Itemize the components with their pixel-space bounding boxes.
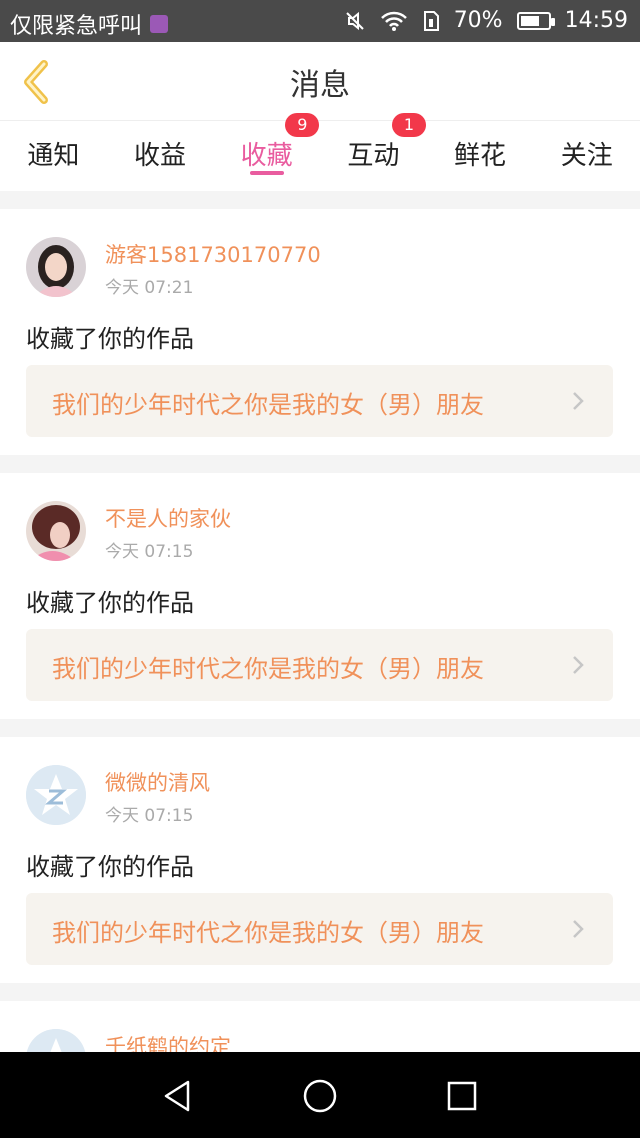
message-text: 收藏了你的作品 [26,853,194,881]
tab-bar: 通知 收益 收藏 9 互动 1 鲜花 关注 [0,113,640,191]
status-left: 仅限紧急呼叫 [10,8,169,40]
back-triangle-icon[interactable] [160,1078,196,1114]
mute-icon [345,11,364,30]
app-header: 消息 [0,42,640,121]
user-name[interactable]: 微微的清风 [105,767,210,797]
work-title: 我们的少年时代之你是我的女（男）朋友 [52,655,484,683]
status-right: 70% 14:59 [344,8,628,33]
work-link[interactable]: 我们的少年时代之你是我的女（男）朋友 [26,365,613,437]
carrier-text: 仅限紧急呼叫 [10,14,143,39]
recents-square-icon[interactable] [444,1078,480,1114]
default-avatar[interactable] [26,765,86,825]
sim-icon [423,10,439,31]
tab-earnings[interactable]: 收益 [107,121,214,191]
tab-follows[interactable]: 关注 [533,121,640,191]
tab-flowers[interactable]: 鲜花 [427,121,534,191]
work-link[interactable]: 我们的少年时代之你是我的女（男）朋友 [26,629,613,701]
default-avatar[interactable] [26,1029,86,1052]
active-tab-indicator [249,171,284,175]
message-text: 收藏了你的作品 [26,325,194,353]
timestamp: 今天 07:15 [105,542,194,562]
tab-label: 通知 [27,141,80,171]
tab-label: 收藏 [240,141,293,171]
status-bar: 仅限紧急呼叫 70% 14:59 [0,0,640,42]
message-card: 千纸鹤的约定 [0,1001,640,1052]
message-text: 收藏了你的作品 [26,589,194,617]
message-card: 不是人的家伙 今天 07:15 收藏了你的作品 我们的少年时代之你是我的女（男）… [0,473,640,719]
battery-percent: 70% [453,8,503,33]
home-circle-icon[interactable] [302,1078,338,1114]
timestamp: 今天 07:21 [105,278,194,298]
tab-interactions[interactable]: 互动 1 [320,113,427,191]
chevron-right-icon [573,920,584,938]
message-card: 微微的清风 今天 07:15 收藏了你的作品 我们的少年时代之你是我的女（男）朋… [0,737,640,983]
user-name[interactable]: 不是人的家伙 [105,503,231,533]
work-link[interactable]: 我们的少年时代之你是我的女（男）朋友 [26,893,613,965]
unread-badge: 1 [392,113,427,137]
work-title: 我们的少年时代之你是我的女（男）朋友 [52,391,484,419]
tab-label: 收益 [134,141,187,171]
system-navigation-bar [0,1052,640,1138]
page-title: 消息 [290,68,350,103]
tab-label: 鲜花 [454,141,507,171]
user-name[interactable]: 游客1581730170770 [105,239,321,269]
avatar[interactable] [26,501,86,561]
message-card: 游客1581730170770 今天 07:21 收藏了你的作品 我们的少年时代… [0,209,640,455]
tab-favorites[interactable]: 收藏 9 [213,113,320,191]
tab-label: 互动 [347,141,400,171]
tab-label: 关注 [560,141,613,171]
gallery-notification-icon [150,15,169,33]
unread-badge: 9 [285,113,320,137]
avatar[interactable] [26,237,86,297]
wifi-icon [380,11,407,31]
tab-notifications[interactable]: 通知 [0,121,107,191]
chevron-right-icon [573,392,584,410]
user-name[interactable]: 千纸鹤的约定 [105,1031,231,1052]
chevron-right-icon [573,656,584,674]
work-title: 我们的少年时代之你是我的女（男）朋友 [52,919,484,947]
timestamp: 今天 07:15 [105,806,194,826]
battery-icon [516,11,555,30]
clock: 14:59 [564,8,628,33]
